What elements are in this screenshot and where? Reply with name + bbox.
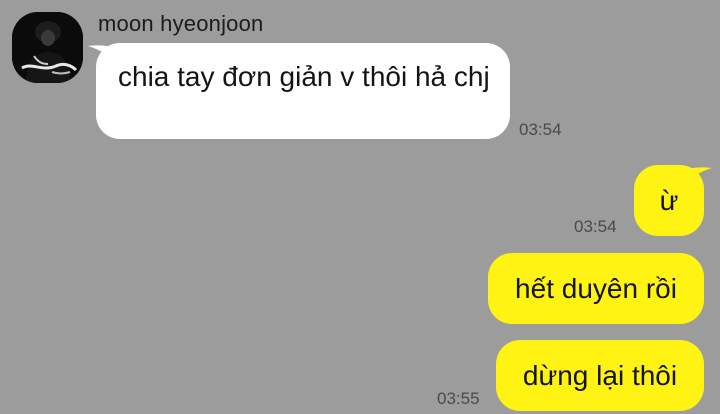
- outgoing-message-bubble[interactable]: ừ: [634, 165, 704, 236]
- message-timestamp: 03:55: [437, 389, 480, 408]
- contact-avatar[interactable]: [12, 12, 83, 83]
- outgoing-message-bubble[interactable]: dừng lại thôi: [496, 340, 704, 411]
- message-text: dừng lại thôi: [522, 360, 678, 391]
- message-text: ừ: [659, 185, 679, 216]
- message-timestamp: 03:54: [574, 217, 617, 236]
- outgoing-message-bubble[interactable]: hết duyên rồi: [488, 253, 704, 324]
- avatar-photo: [12, 12, 83, 83]
- sender-name: moon hyeonjoon: [98, 11, 264, 36]
- incoming-message-bubble[interactable]: chia tay đơn giản v thôi hả chj: [96, 43, 510, 139]
- message-text: chia tay đơn giản v thôi hả chj: [118, 61, 490, 92]
- message-text: hết duyên rồi: [515, 273, 677, 304]
- message-timestamp: 03:54: [519, 120, 562, 139]
